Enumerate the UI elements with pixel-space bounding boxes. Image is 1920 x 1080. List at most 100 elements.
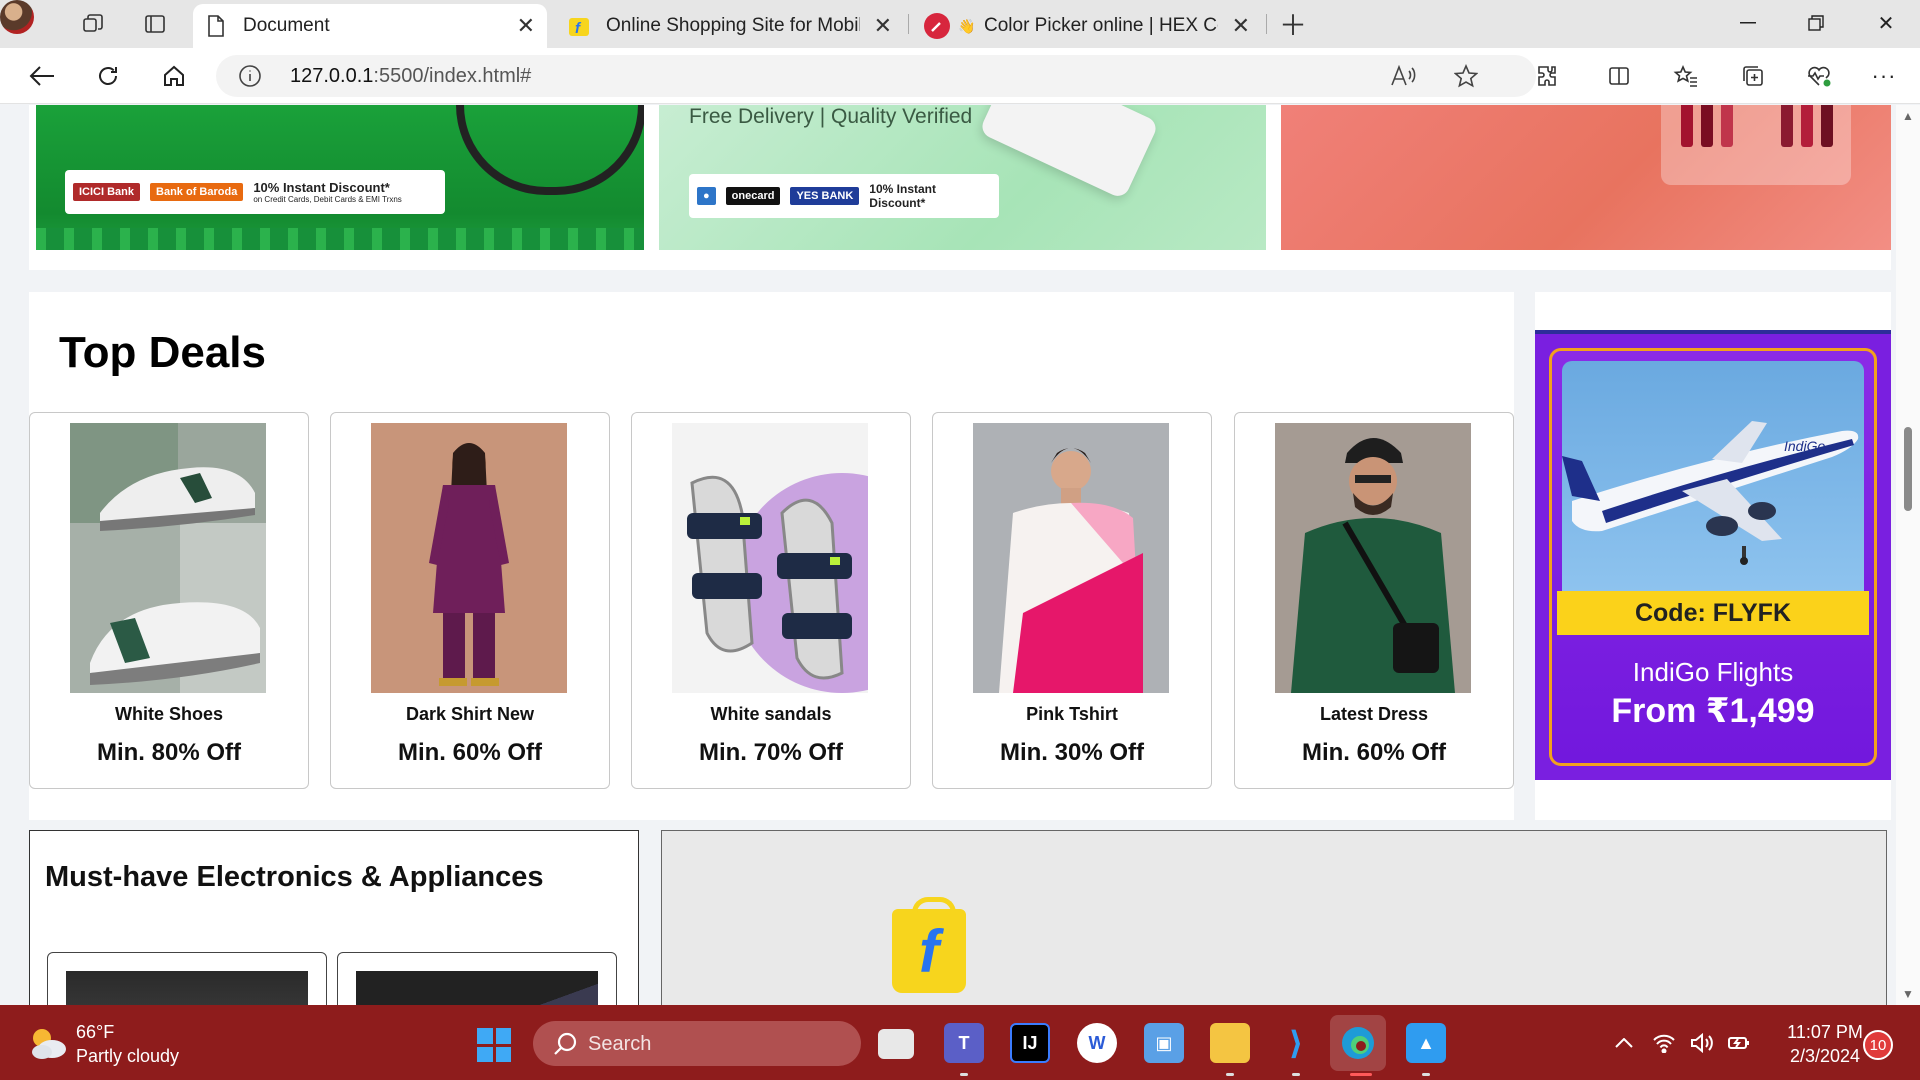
deal-discount: Min. 60% Off [1301, 739, 1446, 766]
back-icon[interactable] [27, 61, 57, 91]
close-tab-icon[interactable]: ✕ [874, 13, 892, 39]
weather-temperature[interactable]: 66°F [76, 1022, 114, 1043]
product-image [66, 971, 308, 1005]
tab-color-picker[interactable]: 👋 Color Picker online | HEX Colo ✕ [912, 4, 1262, 48]
remote-desktop-icon[interactable]: ▣ [1144, 1023, 1184, 1063]
tab-title: Document [243, 15, 330, 36]
section-title: Top Deals [59, 328, 267, 377]
product-image [978, 105, 1160, 200]
bob-logo: Bank of Baroda [150, 183, 244, 201]
scroll-up-icon[interactable]: ▲ [1901, 109, 1915, 123]
file-explorer-icon[interactable] [1210, 1023, 1250, 1063]
electronics-section: Must-have Electronics & Appliances [29, 830, 639, 1005]
task-view-icon[interactable] [878, 1029, 914, 1059]
electronics-item[interactable] [337, 952, 617, 1005]
ad-price: From ₹1,499 [1611, 692, 1815, 730]
chevron-up-icon[interactable] [1610, 1029, 1638, 1057]
deal-card-dark-shirt[interactable]: Dark Shirt New Min. 60% Off [330, 412, 610, 789]
deal-name: Pink Tshirt [1026, 704, 1118, 724]
flipkart-favicon-icon: f [568, 15, 590, 37]
extensions-icon[interactable] [1532, 61, 1562, 91]
product-image [356, 971, 598, 1005]
volume-icon[interactable] [1688, 1029, 1716, 1057]
airplane-image: IndiGo [1562, 361, 1864, 599]
onecard-logo: onecard [725, 187, 781, 205]
close-tab-icon[interactable]: ✕ [1232, 13, 1250, 39]
browser-tab-bar: Document ✕ f Online Shopping Site for Mo… [0, 0, 1920, 48]
tab-actions-icon[interactable] [140, 9, 170, 39]
deal-card-latest-dress[interactable]: Latest Dress Min. 60% Off [1234, 412, 1514, 789]
deal-card-white-sandals[interactable]: White sandals Min. 70% Off [631, 412, 911, 789]
page-scrollbar[interactable]: ▲ ▼ [1896, 105, 1920, 1005]
tab-document[interactable]: Document ✕ [193, 4, 547, 48]
split-screen-icon[interactable] [1604, 61, 1634, 91]
kurta-image [371, 423, 567, 693]
edge-icon[interactable] [1330, 1015, 1386, 1071]
intellij-icon[interactable]: IJ [1010, 1023, 1050, 1063]
minimize-icon[interactable] [1714, 0, 1782, 46]
weather-description[interactable]: Partly cloudy [76, 1046, 179, 1067]
info-icon[interactable] [238, 64, 262, 93]
scroll-down-icon[interactable]: ▼ [1901, 987, 1915, 1001]
tab-title: Color Picker online | HEX Colo [984, 15, 1218, 36]
deal-name: White Shoes [114, 704, 223, 724]
offer-text: 10% Instant Discount* [253, 180, 390, 195]
sandals-image [672, 423, 868, 693]
indigo-flights-ad[interactable]: IndiGo Code: FLYFK IndiGo Flights From ₹… [1535, 330, 1891, 780]
word-online-icon[interactable]: W [1077, 1023, 1117, 1063]
deal-discount: Min. 80% Off [96, 739, 241, 766]
tab-title: Online Shopping Site for Mobiles [606, 15, 860, 36]
address-bar[interactable]: 127.0.0.1:5500/index.html# [216, 55, 1536, 97]
banner-headline: Free Delivery | Quality Verified [689, 105, 973, 128]
teams-icon[interactable]: T [944, 1023, 984, 1063]
photos-icon[interactable]: ▲ [1406, 1023, 1446, 1063]
document-icon [205, 15, 227, 37]
new-tab-icon[interactable]: ＋ [1278, 9, 1308, 41]
favorite-star-icon[interactable] [1451, 61, 1481, 91]
banner-beauty[interactable] [1281, 105, 1891, 250]
shoes-image [70, 423, 266, 693]
search-icon [553, 1031, 579, 1057]
electronics-item[interactable] [47, 952, 327, 1005]
profile-avatar[interactable] [0, 0, 34, 34]
browser-essentials-icon[interactable] [1804, 61, 1834, 91]
tab-shopping[interactable]: f Online Shopping Site for Mobiles ✕ [556, 4, 904, 48]
restore-icon[interactable] [1782, 0, 1850, 46]
deal-name: Dark Shirt New [405, 704, 535, 724]
close-tab-icon[interactable]: ✕ [517, 13, 535, 39]
plane-label: IndiGo [1784, 438, 1825, 454]
search-placeholder: Search [588, 1033, 652, 1055]
banner-earphones[interactable]: ICICI Bank Bank of Baroda 10% Instant Di… [36, 105, 644, 250]
read-aloud-icon[interactable] [1388, 61, 1418, 91]
flipkart-promo-section[interactable]: f [661, 830, 1887, 1005]
bank-offer-strip: ● onecard YES BANK 10% Instant Discount* [689, 174, 999, 218]
wifi-icon[interactable] [1650, 1029, 1678, 1057]
offer-text: 10% Instant Discount* [869, 182, 936, 210]
refresh-icon[interactable] [93, 61, 123, 91]
deal-discount: Min. 70% Off [698, 739, 843, 766]
section-title: Must-have Electronics & Appliances [45, 861, 544, 893]
offer-subtext: on Credit Cards, Debit Cards & EMI Trxns [253, 195, 402, 204]
collections-icon[interactable] [1738, 61, 1768, 91]
partly-cloudy-icon[interactable] [28, 1026, 68, 1060]
taskbar-search[interactable]: Search [533, 1021, 861, 1066]
deal-card-white-shoes[interactable]: White Shoes Min. 80% Off [29, 412, 309, 789]
workspaces-icon[interactable] [78, 9, 108, 39]
windows-start-icon[interactable] [477, 1028, 511, 1062]
vscode-icon[interactable]: ⟩ [1276, 1023, 1316, 1063]
promo-code: Code: FLYFK [1557, 591, 1869, 635]
banner-pattern [36, 228, 644, 250]
notification-badge[interactable]: 10 [1863, 1030, 1893, 1060]
banner-delivery[interactable]: Free Delivery | Quality Verified ● oneca… [659, 105, 1266, 250]
earphone-image [456, 105, 644, 195]
flipkart-bag-icon: f [892, 897, 966, 993]
home-icon[interactable] [159, 61, 189, 91]
deal-card-pink-tshirt[interactable]: Pink Tshirt Min. 30% Off [932, 412, 1212, 789]
close-window-icon[interactable]: ✕ [1852, 0, 1920, 46]
url-text[interactable]: 127.0.0.1:5500/index.html# [290, 65, 531, 88]
favorites-icon[interactable] [1671, 61, 1701, 91]
bank-offer-strip: ICICI Bank Bank of Baroda 10% Instant Di… [65, 170, 445, 214]
battery-charging-icon[interactable] [1725, 1029, 1753, 1057]
scroll-thumb[interactable] [1904, 427, 1912, 511]
more-icon[interactable]: ··· [1869, 61, 1899, 91]
